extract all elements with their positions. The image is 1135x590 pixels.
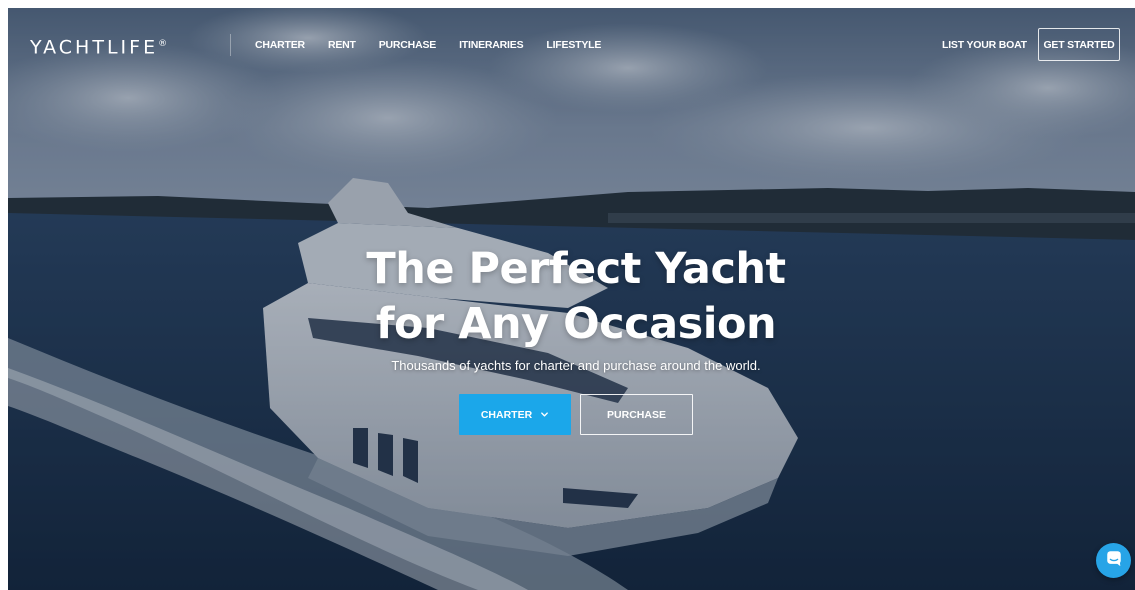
purchase-button[interactable]: PURCHASE [580, 394, 693, 435]
charter-dropdown-button[interactable]: CHARTER [459, 394, 571, 435]
chat-bubble-icon [1105, 549, 1123, 572]
nav-item-itineraries[interactable]: ITINERARIES [459, 38, 524, 52]
chevron-down-icon [540, 410, 549, 419]
logo-trademark: ® [158, 39, 168, 49]
chat-launcher-button[interactable] [1096, 543, 1131, 578]
nav-item-rent[interactable]: RENT [328, 38, 356, 52]
hero-title: The Perfect Yacht for Any Occasion [308, 242, 844, 352]
header-divider [230, 34, 231, 56]
logo-text: YACHTLIFE [30, 36, 159, 59]
nav-item-charter[interactable]: CHARTER [255, 38, 305, 52]
site-header: YACHTLIFE® CHARTER RENT PURCHASE ITINERA… [8, 8, 1135, 80]
main-nav: CHARTER RENT PURCHASE ITINERARIES LIFEST… [255, 38, 624, 52]
list-your-boat-link[interactable]: LIST YOUR BOAT [942, 38, 1027, 52]
charter-button-label: CHARTER [480, 408, 533, 421]
nav-item-lifestyle[interactable]: LIFESTYLE [546, 38, 601, 52]
yachtlife-logo[interactable]: YACHTLIFE® [30, 33, 167, 58]
hero-section: YACHTLIFE® CHARTER RENT PURCHASE ITINERA… [8, 8, 1135, 590]
hero-title-line-2: for Any Occasion [375, 299, 777, 349]
nav-item-purchase[interactable]: PURCHASE [379, 38, 437, 52]
hero-subtitle: Thousands of yachts for charter and purc… [391, 358, 761, 373]
get-started-button[interactable]: GET STARTED [1038, 28, 1120, 61]
hero-title-line-1: The Perfect Yacht [366, 244, 786, 294]
